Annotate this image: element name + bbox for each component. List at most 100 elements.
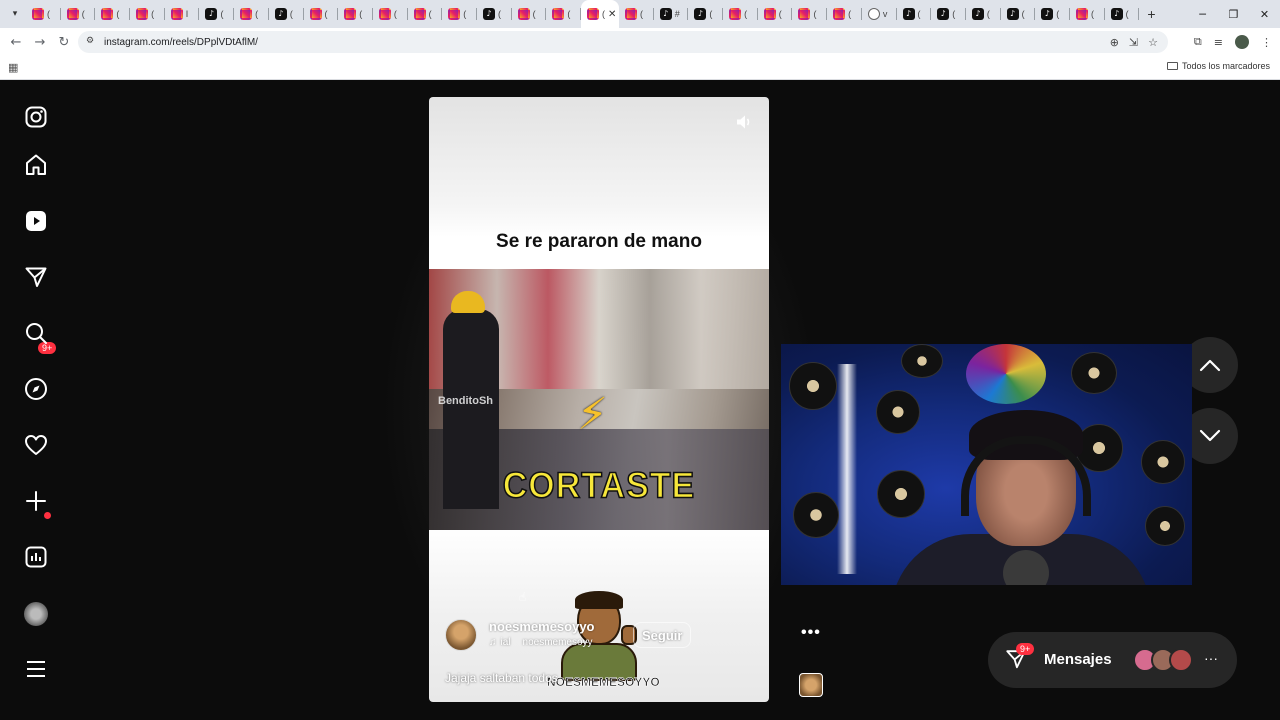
tab-title: ( — [497, 9, 501, 19]
apps-grid-icon[interactable]: ▦ — [8, 61, 18, 74]
bookmark-star-icon[interactable]: ☆ — [1148, 36, 1158, 49]
messages-icon[interactable] — [22, 263, 50, 291]
messages-pill[interactable]: 9+ Mensajes ··· — [988, 632, 1237, 688]
url-text: instagram.com/reels/DPplVDtAflM/ — [104, 36, 258, 48]
browser-tab[interactable]: ♪( — [688, 0, 723, 28]
search-icon[interactable] — [22, 319, 50, 347]
instagram-icon — [517, 8, 530, 20]
all-bookmarks-button[interactable]: Todos los marcadores — [1166, 61, 1270, 71]
browser-tab[interactable]: ♪( — [897, 0, 932, 28]
instagram-icon — [344, 8, 357, 20]
wall-vinyl — [1071, 352, 1117, 394]
browser-tab[interactable]: ( — [130, 0, 165, 28]
notifications-heart-icon[interactable] — [22, 431, 50, 459]
toolbar-actions: ⧉ ≡ ⋮ — [1194, 28, 1272, 56]
install-app-icon[interactable]: ⇲ — [1129, 36, 1138, 49]
webcam-overlay — [781, 344, 1192, 585]
browser-tab[interactable]: ♪( — [477, 0, 512, 28]
browser-tab[interactable]: I — [165, 0, 200, 28]
browser-tab[interactable]: ( — [546, 0, 581, 28]
more-options-icon[interactable]: ••• — [801, 624, 821, 642]
browser-tab[interactable]: ( — [792, 0, 827, 28]
instagram-icon — [552, 8, 565, 20]
reel-title-text: Se re pararon de mano — [496, 231, 702, 252]
volume-icon[interactable] — [733, 111, 755, 133]
browser-tab[interactable]: ( — [408, 0, 443, 28]
instagram-logo-icon[interactable] — [22, 103, 50, 131]
browser-tab[interactable]: ( — [234, 0, 269, 28]
browser-tab[interactable]: ♪( — [1105, 0, 1140, 28]
tab-search-menu-button[interactable]: ▾ — [4, 3, 26, 25]
reel-video-frame[interactable]: BenditoSh ⚡ CORTASTE — [429, 269, 769, 530]
browser-tab[interactable]: ( — [304, 0, 339, 28]
tab-title: ( — [986, 9, 990, 19]
wall-vinyl — [876, 390, 920, 434]
tiktok-icon: ♪ — [274, 8, 287, 20]
wall-vinyl — [789, 362, 837, 410]
instagram-icon — [448, 8, 461, 20]
extensions-icon[interactable]: ⧉ — [1194, 35, 1202, 49]
reel-player[interactable]: Se re pararon de mano BenditoSh ⚡ CORTAS… — [429, 97, 769, 702]
browser-tab[interactable]: ♪( — [269, 0, 304, 28]
reel-owner-avatar[interactable] — [445, 619, 477, 651]
browser-tab[interactable]: ( — [827, 0, 862, 28]
media-controls-icon[interactable]: ≡ — [1214, 36, 1223, 49]
browser-tab[interactable]: ( — [338, 0, 373, 28]
dashboard-chart-icon[interactable] — [22, 543, 50, 571]
reel-audio-thumbnail[interactable] — [799, 673, 823, 697]
tab-title: ( — [289, 9, 293, 19]
tab-title: ( — [220, 9, 224, 19]
firefighter-helmet — [451, 291, 485, 313]
browser-profile-avatar[interactable] — [1235, 35, 1249, 49]
browser-menu-icon[interactable]: ⋮ — [1261, 36, 1272, 49]
new-tab-button[interactable]: + — [1147, 6, 1155, 22]
browser-tab[interactable]: ( — [758, 0, 793, 28]
profile-avatar-icon[interactable] — [24, 602, 48, 626]
instagram-icon — [240, 8, 253, 20]
tab-title: # — [674, 9, 680, 19]
browser-tab[interactable]: ( — [442, 0, 477, 28]
explore-compass-icon[interactable] — [22, 375, 50, 403]
minimize-button[interactable]: ─ — [1187, 0, 1218, 28]
video-watermark: BenditoSh — [438, 395, 493, 407]
browser-tab[interactable]: ♪( — [199, 0, 234, 28]
wall-vinyl — [1141, 440, 1185, 484]
browser-tab[interactable]: ♪ # — [654, 0, 689, 28]
browser-tab[interactable]: ( — [512, 0, 547, 28]
reels-icon[interactable] — [22, 207, 50, 235]
close-tab-icon[interactable]: ✕ — [608, 9, 616, 20]
browser-tab[interactable]: v — [862, 0, 897, 28]
tab-title: ( — [813, 9, 817, 19]
forward-button[interactable]: → — [28, 30, 52, 54]
browser-tab[interactable]: ( — [61, 0, 96, 28]
back-button[interactable]: ← — [4, 30, 28, 54]
browser-tab[interactable]: ♪( — [1035, 0, 1070, 28]
tab-title: I — [185, 9, 189, 19]
tab-title: ( — [393, 9, 397, 19]
chevron-up-icon — [1199, 359, 1221, 372]
create-plus-icon[interactable] — [22, 487, 50, 515]
browser-tab[interactable]: ( — [619, 0, 654, 28]
site-info-icon[interactable]: ⚙ — [86, 36, 98, 48]
zoom-icon[interactable]: ⊕ — [1110, 36, 1119, 49]
browser-tab[interactable]: ( — [723, 0, 758, 28]
follow-button[interactable]: Seguir — [633, 622, 692, 648]
reel-audio-info[interactable]: ♫ ial noesmemesoyy — [489, 637, 593, 648]
browser-tab[interactable]: ♪( — [931, 0, 966, 28]
browser-tab[interactable]: (✕ — [581, 0, 619, 28]
instagram-icon — [170, 8, 183, 20]
address-bar[interactable]: ⚙ instagram.com/reels/DPplVDtAflM/ ⊕ ⇲ ☆ — [78, 31, 1168, 53]
close-window-button[interactable]: ✕ — [1249, 0, 1280, 28]
restore-button[interactable]: ❐ — [1218, 0, 1249, 28]
more-menu-icon[interactable] — [22, 655, 50, 683]
browser-tab[interactable]: ( — [26, 0, 61, 28]
browser-tab[interactable]: ( — [1070, 0, 1105, 28]
browser-tab[interactable]: ( — [95, 0, 130, 28]
instagram-icon — [413, 8, 426, 20]
browser-tab[interactable]: ♪( — [1001, 0, 1036, 28]
reel-owner-name[interactable]: noesmemesoyyo — [489, 619, 595, 634]
home-icon[interactable] — [22, 151, 50, 179]
browser-tab[interactable]: ( — [373, 0, 408, 28]
browser-tab[interactable]: ♪( — [966, 0, 1001, 28]
reload-button[interactable]: ↻ — [52, 30, 76, 54]
